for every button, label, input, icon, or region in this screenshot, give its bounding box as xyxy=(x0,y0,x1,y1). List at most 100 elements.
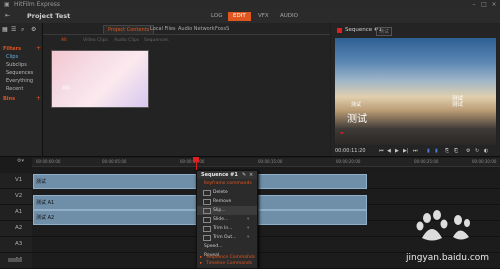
subtab-audio-clips[interactable]: Audio Clips xyxy=(110,37,143,44)
close-icon[interactable]: × xyxy=(490,1,498,8)
add-filter-icon[interactable]: + xyxy=(36,45,41,52)
track-name: A2 xyxy=(15,225,23,231)
arrow-left-icon[interactable]: ⇤ xyxy=(5,12,10,19)
menu-arrow-icon: ▸ xyxy=(200,261,203,266)
viewer-canvas[interactable]: 测试 测试 测试 测试 ▬ xyxy=(335,38,496,145)
ruler-tick-label: 00:00:00:00 xyxy=(36,159,61,164)
viewer-options-icon[interactable]: ⚙ xyxy=(466,148,470,154)
delete-icon xyxy=(203,190,211,196)
mark-in-icon[interactable]: ▮ xyxy=(427,148,430,154)
settings-icon[interactable]: ⚙ xyxy=(31,26,36,33)
menu-item-label: Remove xyxy=(213,199,232,204)
step-forward-icon[interactable]: ▶| xyxy=(403,148,409,154)
bins-heading: Bins xyxy=(3,96,16,102)
top-bar: ⇤ Project Test LOG EDIT VFX AUDIO xyxy=(0,9,500,24)
search-icon[interactable]: ⌕ xyxy=(21,26,24,34)
sidebar-item-everything[interactable]: Everything xyxy=(6,78,33,84)
menu-item-label: Slip... xyxy=(213,208,226,213)
loop-icon[interactable]: ↻ xyxy=(475,148,479,154)
media-panel: Project Contents Local Files Audio Netwo… xyxy=(43,23,330,156)
menu-section-timeline-commands[interactable]: ▸ Timeline Commands xyxy=(197,260,257,267)
section-label: Keyframe commands xyxy=(204,181,252,186)
tab-audio[interactable]: AUDIO xyxy=(275,12,303,21)
timeline-ruler[interactable]: 00:00:00:00 00:00:05:00 00:00:10:00 00:0… xyxy=(32,158,500,167)
tab-edit[interactable]: EDIT xyxy=(228,12,251,21)
menu-item-trim-out[interactable]: Trim Out... ▾ xyxy=(197,233,257,242)
filters-heading: Filters xyxy=(3,46,22,52)
tab-foxs[interactable]: FoxsS xyxy=(211,25,233,33)
grid-view-icon[interactable]: ▦ xyxy=(2,26,8,33)
shortcut-hint: ▾ xyxy=(247,217,250,222)
media-clip-thumbnail[interactable]: 测试 xyxy=(51,50,149,108)
menu-item-trim-in[interactable]: Trim In... ▾ xyxy=(197,224,257,233)
window-title: HitFilm Express xyxy=(14,1,61,8)
step-back-icon[interactable]: ◀ xyxy=(387,148,391,154)
menu-item-label: Delete xyxy=(213,190,228,195)
volume-icon[interactable]: ◐ xyxy=(484,148,488,154)
transport-bar: 00:00:11:20 ⏮ ◀ ▶ ▶| ⏭ ▮ ▮ ⎘ ⎗ ⚙ ↻ ◐ xyxy=(335,148,496,155)
ruler-tick-label: 00:00:25:00 xyxy=(414,159,439,164)
track-name: A3 xyxy=(15,241,23,247)
watermark-text: jingyan.baidu.com xyxy=(406,253,490,263)
tab-log[interactable]: LOG xyxy=(206,12,227,21)
maximize-icon[interactable]: □ xyxy=(480,1,488,8)
track-header-v2[interactable]: V2 xyxy=(0,189,32,205)
menu-item-label: Slide... xyxy=(213,217,229,222)
overlay-icon[interactable]: ⎗ xyxy=(454,148,458,154)
viewer-panel: Sequence #1 测试 测试 测试 测试 测试 ▬ 00:00:11:20… xyxy=(331,23,500,156)
sidebar-item-recent[interactable]: Recent xyxy=(6,86,23,92)
menu-item-delete[interactable]: Delete xyxy=(197,188,257,197)
play-icon[interactable]: ▶ xyxy=(395,148,399,154)
clip-thumbnail-label: 测试 xyxy=(62,85,70,90)
menu-item-remove[interactable]: Remove xyxy=(197,197,257,206)
menu-item-label: Trim Out... xyxy=(213,235,237,240)
section-keyframe-commands[interactable]: Keyframe commands xyxy=(197,179,257,188)
trim-out-icon xyxy=(203,235,211,241)
track-header-a1[interactable]: A1 xyxy=(0,205,32,221)
sidebar-item-subclips[interactable]: Subclips xyxy=(6,62,27,68)
list-view-icon[interactable]: ☰ xyxy=(11,26,16,33)
sidebar-toolbar: ▦ ☰ ⌕ ⚙ xyxy=(2,26,40,34)
viewer-sequence-tag[interactable]: 测试 xyxy=(376,27,393,36)
subtab-all[interactable]: All xyxy=(57,37,71,44)
subtab-video-clips[interactable]: Video Clips xyxy=(79,37,112,44)
insert-icon[interactable]: ⎘ xyxy=(445,148,449,154)
pin-icon[interactable]: ✎ xyxy=(242,172,246,178)
close-icon[interactable]: × xyxy=(249,172,253,178)
tab-vfx[interactable]: VFX xyxy=(253,12,274,21)
trim-in-icon xyxy=(203,226,211,232)
media-filter-sidebar: ▦ ☰ ⌕ ⚙ Filters + Clips Subclips Sequenc… xyxy=(0,23,43,156)
timecode-display[interactable]: 00:00:11:20 xyxy=(335,148,366,154)
viewer-header: Sequence #1 测试 xyxy=(333,25,498,36)
add-bin-icon[interactable]: + xyxy=(36,95,41,102)
timeline-settings-icon[interactable]: ⚙▾ xyxy=(17,158,24,164)
go-to-end-icon[interactable]: ⏭ xyxy=(413,148,418,154)
record-indicator-icon xyxy=(337,28,342,33)
mark-out-icon[interactable]: ▮ xyxy=(435,148,438,154)
clip-name: 测试 xyxy=(36,179,47,185)
ruler-tick-label: 00:00:30:00 xyxy=(472,159,497,164)
track-header-v1[interactable]: V1 xyxy=(0,173,32,189)
track-header-a3[interactable]: A3 xyxy=(0,237,32,253)
go-to-start-icon[interactable]: ⏮ xyxy=(379,148,384,154)
app-icon: ▣ xyxy=(4,1,10,8)
context-menu-title: Sequence #1 xyxy=(201,172,238,178)
sidebar-item-clips[interactable]: Clips xyxy=(6,54,18,60)
minimize-icon[interactable]: – xyxy=(470,1,478,8)
overlay-small-text: 测试 xyxy=(351,102,362,108)
slide-icon xyxy=(203,217,211,223)
menu-item-label: Trim In... xyxy=(213,226,233,231)
timeline-zoom-slider[interactable] xyxy=(8,258,22,262)
menu-item-slide[interactable]: Slide... ▾ xyxy=(197,215,257,224)
subtab-sequences[interactable]: Sequences xyxy=(140,37,173,44)
menu-item-speed[interactable]: Speed... xyxy=(197,242,257,251)
project-title: Project Test xyxy=(27,12,71,20)
sidebar-item-sequences[interactable]: Sequences xyxy=(6,70,33,76)
overlay-right-text: 测试 测试 xyxy=(452,96,464,108)
ruler-tick-label: 00:00:05:00 xyxy=(102,159,127,164)
menu-item-slip[interactable]: Slip... xyxy=(197,206,257,215)
shortcut-hint: ▾ xyxy=(247,226,250,231)
track-header-a2[interactable]: A2 xyxy=(0,221,32,237)
window-titlebar: ▣ HitFilm Express – □ × xyxy=(0,0,500,9)
clip-name: 测试 A2 xyxy=(36,215,55,221)
